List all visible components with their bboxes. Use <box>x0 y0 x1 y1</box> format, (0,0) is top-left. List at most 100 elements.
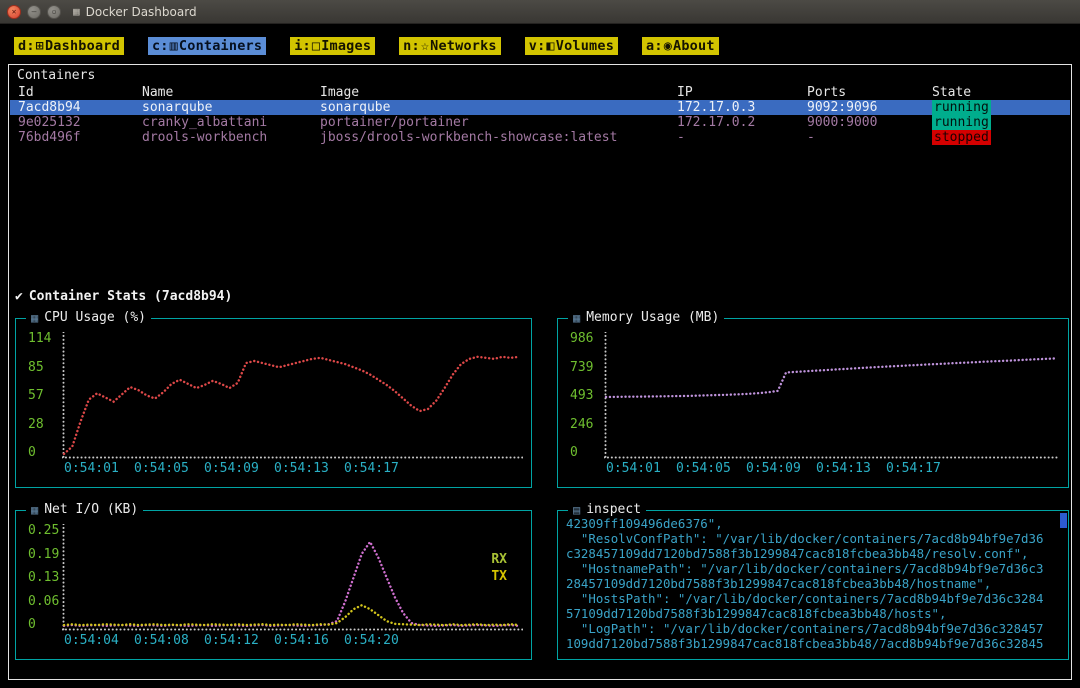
inspect-line: 28457109dd7120bd7588f3b1299847cac818fcbe… <box>566 576 992 591</box>
cpu-y-axis: 114 85 57 28 0 <box>28 332 60 459</box>
terminal-icon: ▦ <box>73 5 80 18</box>
net-io-panel: ▦ Net I/O (KB) 0.25 0.19 0.13 0.06 0 RX TX 0:5… <box>15 502 532 660</box>
tab-label: About <box>673 38 715 54</box>
memory-panel-title: Memory Usage (MB) <box>586 310 720 325</box>
close-button[interactable]: ✕ <box>7 4 21 19</box>
cpu-chart <box>62 332 523 459</box>
tab-key: a <box>646 38 655 54</box>
table-row[interactable]: 9e025132 cranky_albattani portainer/port… <box>10 115 1070 130</box>
y-tick-label: 986 <box>570 331 594 346</box>
inspect-line: "HostnamePath": "/var/lib/docker/contain… <box>566 561 1044 576</box>
cell-state: running <box>932 115 1070 130</box>
y-tick-label: 0.13 <box>28 570 60 585</box>
legend-item: TX <box>491 569 507 584</box>
cell-id: 76bd496f <box>18 130 81 145</box>
containers-icon: ▥ <box>169 38 178 54</box>
x-tick-label: 0:54:16 <box>274 633 329 648</box>
col-image: Image <box>320 85 360 100</box>
tab-bar: d:⊞Dashboard c:▥Containers i:□Images n:☆… <box>14 37 719 55</box>
container-stats-toggle[interactable]: ✔ Container Stats (7acd8b94) <box>15 289 232 304</box>
inspect-panel-title: inspect <box>586 502 642 517</box>
tab-key: v <box>528 38 538 54</box>
cell-image: portainer/portainer <box>320 115 469 130</box>
net-panel-title: Net I/O (KB) <box>44 502 139 517</box>
y-tick-label: 739 <box>570 359 594 375</box>
col-state: State <box>932 85 972 100</box>
window-title: Docker Dashboard <box>85 4 197 19</box>
x-tick-label: 0:54:05 <box>676 461 731 476</box>
app-window: ✕ – ▫ ▦ Docker Dashboard d:⊞Dashboard c:… <box>0 0 1080 688</box>
memory-y-axis: 986 739 493 246 0 <box>570 332 602 459</box>
y-tick-label: 0.06 <box>28 593 60 609</box>
tab-about[interactable]: a:◉About <box>642 37 719 55</box>
x-tick-label: 0:54:09 <box>204 461 259 476</box>
cpu-panel-title: CPU Usage (%) <box>44 310 146 325</box>
cell-name: sonarqube <box>142 100 213 115</box>
tab-label: Containers <box>178 38 263 54</box>
cpu-usage-panel: ▦ CPU Usage (%) 114 85 57 28 0 0:54:01 0:54:05… <box>15 310 532 488</box>
x-tick-label: 0:54:09 <box>746 461 801 476</box>
cell-name: drools-workbench <box>142 130 268 145</box>
y-tick-label: 85 <box>28 359 44 375</box>
y-tick-label: 493 <box>570 388 594 403</box>
containers-panel: Containers Id Name Image IP Ports State … <box>8 64 1072 680</box>
container-stats-label: Container Stats (7acd8b94) <box>28 289 233 304</box>
tab-containers[interactable]: c:▥Containers <box>147 37 267 55</box>
inspect-scrollbar[interactable] <box>1060 513 1067 528</box>
y-tick-label: 246 <box>570 416 594 432</box>
inspect-line: "HostsPath": "/var/lib/docker/containers… <box>566 591 1044 606</box>
x-tick-label: 0:54:01 <box>606 461 661 476</box>
volumes-icon: ◧ <box>546 38 555 54</box>
table-row[interactable]: 7acd8b94 sonarqube sonarqube 172.17.0.3 … <box>10 100 1070 115</box>
minimize-button[interactable]: – <box>27 4 41 19</box>
x-tick-label: 0:54:20 <box>344 633 399 648</box>
networks-icon: ☆ <box>420 38 430 54</box>
inspect-line: 109dd7120bd7588f3b1299847cac818fcbea3bb4… <box>566 636 1044 651</box>
y-tick-label: 114 <box>28 331 52 346</box>
inspect-line: 42309ff109496de6376", <box>566 516 723 531</box>
tab-key: n <box>403 38 412 54</box>
x-tick-label: 0:54:17 <box>886 461 941 476</box>
status-badge: running <box>932 100 991 115</box>
x-tick-label: 0:54:08 <box>134 633 189 648</box>
document-icon: ▤ <box>573 502 581 517</box>
tab-networks[interactable]: n:☆Networks <box>399 37 501 55</box>
status-badge: running <box>932 115 991 130</box>
cell-state: running <box>932 100 1070 115</box>
inspect-body: 42309ff109496de6376", "ResolvConfPath": … <box>566 516 1056 655</box>
memory-usage-panel: ▦ Memory Usage (MB) 986 739 493 246 0 0:54:01… <box>557 310 1069 488</box>
tab-dashboard[interactable]: d:⊞Dashboard <box>14 37 124 55</box>
legend-item: RX <box>491 552 507 567</box>
cell-name: cranky_albattani <box>142 115 268 130</box>
x-tick-label: 0:54:01 <box>64 461 119 476</box>
cell-ip: 172.17.0.3 <box>677 100 756 115</box>
cell-image: jboss/drools-workbench-showcase:latest <box>320 130 618 145</box>
maximize-button[interactable]: ▫ <box>47 4 61 19</box>
col-ports: Ports <box>807 85 847 100</box>
titlebar: ✕ – ▫ ▦ Docker Dashboard <box>0 0 1080 24</box>
tab-label: Volumes <box>555 38 615 54</box>
tab-volumes[interactable]: v:◧Volumes <box>524 37 619 55</box>
y-tick-label: 28 <box>28 416 44 432</box>
about-icon: ◉ <box>663 38 673 54</box>
dashboard-icon: ⊞ <box>35 38 44 54</box>
tab-key: i <box>294 38 303 54</box>
cell-ports: - <box>807 130 815 145</box>
status-badge: stopped <box>932 130 991 145</box>
x-tick-label: 0:54:17 <box>344 461 399 476</box>
cell-image: sonarqube <box>320 100 391 115</box>
containers-panel-title: Containers <box>17 68 96 83</box>
table-row[interactable]: 76bd496f drools-workbench jboss/drools-w… <box>10 130 1070 145</box>
tab-label: Networks <box>430 38 497 54</box>
cell-ports: 9000:9000 <box>807 115 878 130</box>
chart-icon: ▦ <box>573 310 581 325</box>
x-tick-label: 0:54:12 <box>204 633 259 648</box>
col-ip: IP <box>677 85 693 100</box>
memory-chart <box>604 332 1060 459</box>
col-name: Name <box>142 85 174 100</box>
tab-images[interactable]: i:□Images <box>290 37 376 55</box>
tab-key: d <box>18 38 27 54</box>
x-tick-label: 0:54:13 <box>274 461 329 476</box>
chart-icon: ▦ <box>31 310 39 325</box>
y-tick-label: 0 <box>28 445 36 460</box>
